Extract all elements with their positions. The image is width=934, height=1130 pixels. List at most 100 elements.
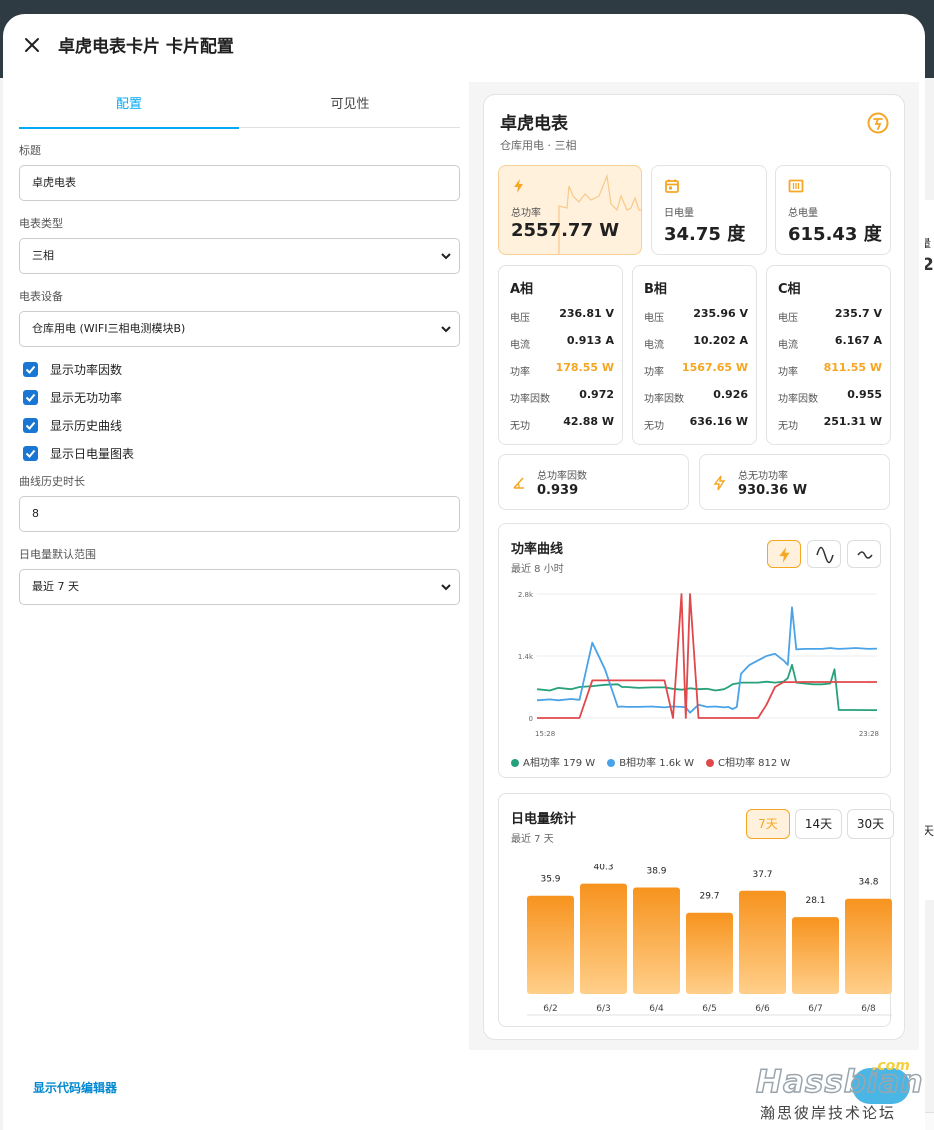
stat-value: 34.75 度 [664, 224, 746, 245]
bar-value-label: 28.1 [805, 896, 825, 906]
phase-row-value: 636.16 W [689, 415, 748, 428]
phase-row-value: 235.7 V [834, 307, 882, 320]
device-select[interactable]: 仓库用电 (WIFI三相电测模块B) [19, 311, 460, 347]
close-icon [25, 38, 39, 52]
phase-title: A相 [510, 282, 534, 297]
bar [686, 912, 733, 994]
range-14d-button[interactable]: 14天 [795, 809, 842, 839]
power-legend: A相功率 179 W B相功率 1.6k W C相功率 812 W [511, 754, 790, 769]
meter-type-select[interactable]: 三相 [19, 238, 460, 274]
x-tick-label: 15:28 [535, 730, 555, 738]
range-30d-button[interactable]: 30天 [847, 809, 894, 839]
phase-row-value: 0.972 [579, 388, 614, 401]
phase-row-key: 功率因数 [644, 394, 684, 405]
bar-category-label: 6/6 [755, 1004, 770, 1014]
chevron-down-icon [441, 584, 451, 591]
bar-category-label: 6/4 [649, 1004, 664, 1014]
bar-category-label: 6/5 [702, 1004, 716, 1014]
phase-row-key: 电压 [778, 313, 798, 324]
phase-row: 无功 636.16 W [644, 414, 748, 434]
phase-row-value: 10.202 A [693, 334, 748, 347]
meter-type-value: 三相 [32, 249, 54, 262]
bar-category-label: 6/2 [543, 1004, 557, 1014]
config-form: 标题 卓虎电表 电表类型 三相 电表设备 仓库用电 (WIFI三相电测模块B) … [19, 142, 460, 619]
phase-row: 无功 251.31 W [778, 414, 882, 434]
angle-icon [513, 477, 524, 489]
phase-title: C相 [778, 282, 801, 297]
phase-row: 无功 42.88 W [510, 414, 614, 434]
watermark: Hassbian .com 瀚思彼岸技术论坛 [755, 1058, 934, 1130]
power-curve-subtitle: 最近 8 小时 [511, 564, 564, 575]
summary-power-factor: 总功率因数 0.939 [498, 454, 689, 510]
checkbox-row[interactable]: 显示功率因数 [23, 355, 460, 383]
phase-row: 电压 235.7 V [778, 306, 882, 326]
checkbox[interactable] [23, 417, 38, 433]
check-icon [25, 449, 36, 458]
phase-card-a: A相 电压 236.81 V 电流 0.913 A 功率 178.55 W 功率因数 0.972… [498, 265, 623, 445]
daily-range-select[interactable]: 最近 7 天 [19, 569, 460, 605]
meter-logo-icon [867, 112, 889, 134]
bar-value-label: 34.8 [858, 878, 878, 888]
stat-value: 615.43 度 [788, 224, 882, 245]
phase-row: 功率因数 0.926 [644, 387, 748, 407]
dialog-title: 卓虎电表卡片 卡片配置 [58, 37, 234, 57]
title-input[interactable]: 卓虎电表 [19, 165, 460, 201]
history-label: 曲线历史时长 [19, 475, 85, 488]
range-7d-button[interactable]: 7天 [746, 809, 790, 839]
legend-item-b[interactable]: B相功率 1.6k W [607, 754, 694, 769]
card-title: 卓虎电表 [500, 114, 568, 134]
phase-row: 功率 811.55 W [778, 360, 882, 380]
stat-value: 2557.77 W [511, 220, 620, 241]
summary-label: 总功率因数 [537, 471, 587, 482]
checkbox-row[interactable]: 显示日电量图表 [23, 439, 460, 467]
bar-value-label: 35.9 [540, 875, 560, 885]
checkbox[interactable] [23, 389, 38, 405]
phase-row-key: 无功 [644, 421, 664, 432]
mode-voltage-button[interactable] [807, 540, 841, 568]
bar [739, 890, 786, 994]
daily-range-value: 最近 7 天 [32, 580, 79, 593]
phase-row-value: 0.926 [713, 388, 748, 401]
daily-energy-bar-chart: 35.9 6/2 40.3 6/3 38.9 6/4 29.7 6/5 37.7 6/6 28.1 6… [527, 864, 892, 1016]
summary-value: 930.36 W [738, 483, 808, 498]
phase-row-key: 电流 [644, 340, 664, 351]
close-button[interactable] [21, 34, 43, 56]
legend-item-a[interactable]: A相功率 179 W [511, 754, 595, 769]
power-curve-title: 功率曲线 [511, 542, 564, 557]
summary-value: 0.939 [537, 483, 579, 498]
tab-bar: 配置 可见性 [19, 86, 460, 129]
dialog-header: 卓虎电表卡片 卡片配置 [3, 14, 925, 76]
history-input[interactable]: 8 [19, 496, 460, 532]
checkbox[interactable] [23, 445, 38, 461]
legend-item-c[interactable]: C相功率 812 W [706, 754, 790, 769]
phase-row: 电流 10.202 A [644, 333, 748, 353]
phase-row-value: 0.955 [847, 388, 882, 401]
x-tick-label: 23:28 [859, 730, 879, 738]
phase-row-value: 0.913 A [566, 334, 614, 347]
tab-visibility[interactable]: 可见性 [240, 86, 460, 128]
y-tick-label: 1.4k [518, 653, 534, 661]
checkbox-row[interactable]: 显示历史曲线 [23, 411, 460, 439]
bar-category-label: 6/3 [596, 1004, 610, 1014]
checkbox-list: 显示功率因数 显示无功功率 显示历史曲线 显示日电量图表 [19, 355, 460, 467]
wave-icon [857, 551, 873, 559]
stat-total-energy: 总电量 615.43 度 [775, 165, 891, 255]
power-line-chart: 0 1.4k 2.8k 15:28 23:28 [518, 591, 879, 738]
show-code-editor-link[interactable]: 显示代码编辑器 [33, 1079, 117, 1096]
bar-category-label: 6/8 [861, 1004, 876, 1014]
bolt-icon [779, 547, 790, 563]
bar-value-label: 37.7 [752, 870, 772, 880]
phase-row: 功率因数 0.955 [778, 387, 882, 407]
tab-config[interactable]: 配置 [19, 86, 239, 129]
y-tick-label: 2.8k [518, 591, 534, 599]
check-icon [25, 421, 36, 430]
checkbox-row[interactable]: 显示无功功率 [23, 383, 460, 411]
mode-power-button[interactable] [767, 540, 801, 568]
phase-row: 电流 6.167 A [778, 333, 882, 353]
mode-current-button[interactable] [847, 540, 881, 568]
meter-type-label: 电表类型 [19, 217, 63, 230]
summary-reactive-power: 总无功功率 930.36 W [699, 454, 890, 510]
phase-row-value: 178.55 W [555, 361, 614, 374]
calendar-icon [665, 179, 679, 193]
checkbox[interactable] [23, 361, 38, 377]
